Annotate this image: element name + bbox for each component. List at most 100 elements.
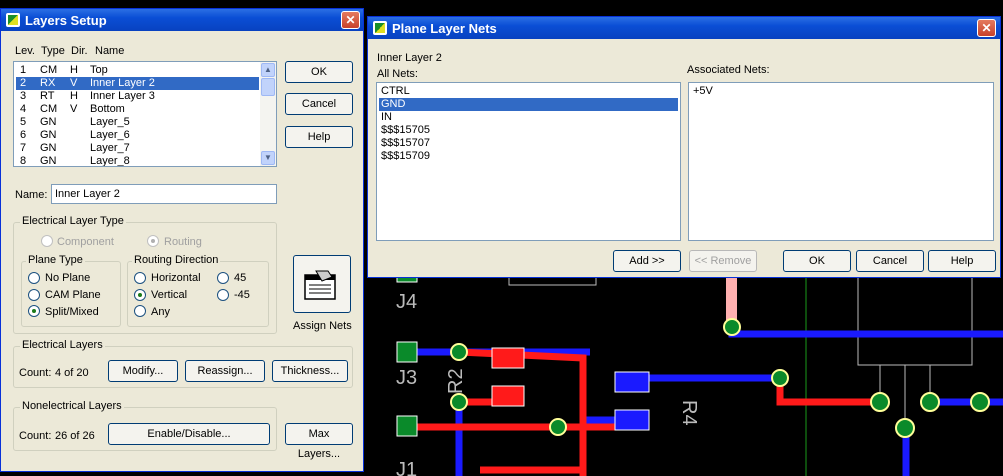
vertical-label: Vertical [151, 289, 188, 301]
cancel-button[interactable]: Cancel [856, 250, 924, 272]
scroll-down-icon[interactable]: ▼ [261, 151, 275, 165]
layer-type: RT [40, 90, 55, 102]
horizontal-label: Horizontal [151, 272, 201, 284]
net-list-item[interactable]: CTRL [379, 85, 678, 98]
layer-type: GN [40, 155, 57, 167]
ref-r2: R2 [445, 368, 467, 394]
layer-dir: V [70, 103, 78, 115]
enable-disable-button[interactable]: Enable/Disable... [108, 423, 270, 445]
assign-nets-button[interactable] [293, 255, 351, 313]
associated-nets-list[interactable]: +5V [688, 82, 994, 241]
net-list-item[interactable]: $$$15705 [379, 124, 678, 137]
net-list-item[interactable]: $$$15707 [379, 137, 678, 150]
net-list-item[interactable]: GND [379, 98, 678, 111]
layer-name-label: Inner Layer 2 [377, 52, 442, 64]
routing-direction-label: Routing Direction [132, 254, 221, 266]
any-radio[interactable] [134, 305, 146, 317]
ref-r4: R4 [678, 400, 700, 426]
no-plane-radio[interactable] [28, 272, 40, 284]
layer-name: Inner Layer 3 [90, 90, 155, 102]
layer-row[interactable]: 6 GN Layer_6 [16, 129, 259, 142]
cam-plane-radio[interactable] [28, 289, 40, 301]
reassign-button[interactable]: Reassign... [185, 360, 265, 382]
add-button[interactable]: Add >> [613, 250, 681, 272]
col-header-dir: Dir. [71, 45, 88, 57]
vertical-radio[interactable] [134, 289, 146, 301]
associated-net-item[interactable]: +5V [691, 85, 991, 98]
layer-row[interactable]: 8 GN Layer_8 [16, 155, 259, 167]
cancel-button[interactable]: Cancel [285, 93, 353, 115]
horizontal-radio[interactable] [134, 272, 146, 284]
layer-type: CM [40, 103, 58, 115]
close-button[interactable]: ✕ [341, 11, 360, 29]
net-list-item[interactable]: $$$15709 [379, 150, 678, 163]
remove-button[interactable]: << Remove [689, 250, 757, 272]
split-mixed-radio[interactable] [28, 305, 40, 317]
col-header-name: Name [95, 45, 125, 57]
layer-lev: 4 [20, 103, 27, 115]
routing-radio[interactable] [147, 235, 159, 247]
window-title: Layers Setup [25, 13, 107, 28]
layer-type: GN [40, 116, 57, 128]
thickness-button[interactable]: Thickness... [272, 360, 348, 382]
routing-label: Routing [164, 236, 202, 248]
close-button[interactable]: ✕ [977, 19, 996, 37]
scroll-thumb[interactable] [261, 78, 275, 96]
layer-row[interactable]: 1 CM H Top [16, 64, 259, 77]
deg45-radio[interactable] [217, 272, 229, 284]
layer-lev: 2 [20, 77, 27, 89]
max-layers-button[interactable]: Max Layers... [285, 423, 353, 460]
modify-button[interactable]: Modify... [108, 360, 178, 382]
layer-lev: 3 [20, 90, 27, 102]
layer-row[interactable]: 3 RT H Inner Layer 3 [16, 90, 259, 103]
name-field[interactable]: Inner Layer 2 [51, 184, 277, 204]
no-plane-label: No Plane [45, 272, 91, 284]
window-title: Plane Layer Nets [392, 21, 497, 36]
plane-layer-nets-window: Plane Layer Nets ✕ Inner Layer 2 All Net… [367, 16, 1001, 278]
layer-name: Inner Layer 2 [90, 77, 155, 89]
layer-row[interactable]: 7 GN Layer_7 [16, 142, 259, 155]
layer-row[interactable]: 4 CM V Bottom [16, 103, 259, 116]
nonelec-count-value: 26 of 26 [55, 430, 95, 442]
net-list-item[interactable]: IN [379, 111, 678, 124]
ok-button[interactable]: OK [783, 250, 851, 272]
assign-nets-icon [304, 270, 336, 300]
layer-name: Bottom [90, 103, 125, 115]
layers-list[interactable]: 1 CM H Top 2 RX V Inner Layer 2 3 RT H Inner Layer … [13, 61, 277, 167]
layer-row[interactable]: 5 GN Layer_5 [16, 116, 259, 129]
ok-button[interactable]: OK [285, 61, 353, 83]
scroll-up-icon[interactable]: ▲ [261, 63, 275, 77]
component-radio[interactable] [41, 235, 53, 247]
layers-list-scrollbar[interactable]: ▲ ▼ [260, 62, 276, 166]
layers-setup-titlebar[interactable]: Layers Setup ✕ [1, 9, 363, 31]
nonelectrical-layers-label: Nonelectrical Layers [20, 400, 124, 412]
ref-j3: J3 [396, 367, 417, 389]
electrical-layers-label: Electrical Layers [20, 339, 105, 351]
layer-name: Layer_6 [90, 129, 130, 141]
name-label: Name: [15, 189, 48, 201]
app-icon [373, 21, 387, 35]
layer-type: GN [40, 129, 57, 141]
degm45-radio[interactable] [217, 289, 229, 301]
help-button[interactable]: Help [928, 250, 996, 272]
deg45-label: 45 [234, 272, 247, 284]
nonelec-count-label: Count: [19, 430, 52, 442]
plane-layer-nets-titlebar[interactable]: Plane Layer Nets ✕ [368, 17, 1000, 39]
layer-row[interactable]: 2 RX V Inner Layer 2 [16, 77, 259, 90]
layer-lev: 5 [20, 116, 27, 128]
layer-lev: 7 [20, 142, 27, 154]
col-header-type: Type [41, 45, 65, 57]
layer-dir: V [70, 77, 78, 89]
layer-name: Layer_7 [90, 142, 130, 154]
electrical-layer-type-label: Electrical Layer Type [20, 215, 126, 227]
degm45-label: -45 [234, 289, 250, 301]
layer-dir: H [70, 64, 78, 76]
app-icon [6, 13, 20, 27]
layers-setup-window: Layers Setup ✕ Lev. Type Dir. Name 1 CM H T… [0, 8, 364, 472]
all-nets-list[interactable]: CTRL GND IN $$$15705 $$$15707 $$$15709 [376, 82, 681, 241]
plane-type-label: Plane Type [26, 254, 85, 266]
any-label: Any [151, 306, 170, 318]
col-header-lev: Lev. [15, 45, 35, 57]
help-button[interactable]: Help [285, 126, 353, 148]
cam-plane-label: CAM Plane [45, 289, 101, 301]
